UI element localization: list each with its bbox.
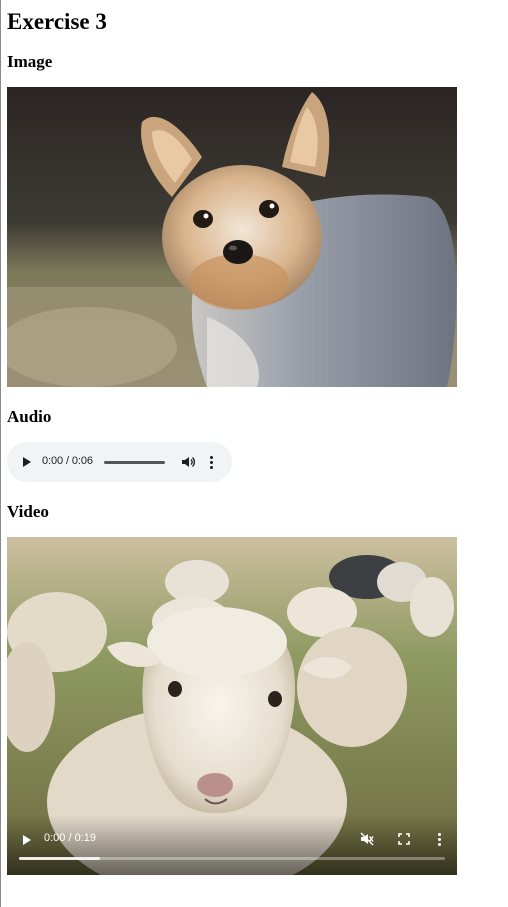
audio-seek-bar[interactable] [104, 461, 165, 464]
more-options-icon[interactable] [210, 456, 213, 469]
video-controls-overlay [7, 815, 457, 875]
play-icon[interactable] [23, 457, 31, 467]
volume-muted-icon[interactable] [360, 832, 374, 846]
dog-image [7, 87, 457, 387]
video-buffered-bar [19, 857, 100, 860]
video-time: 0:00 / 0:19 [44, 832, 96, 844]
audio-time: 0:00 / 0:06 [42, 455, 93, 467]
audio-player[interactable]: 0:00 / 0:06 [7, 442, 232, 482]
fullscreen-icon[interactable] [398, 833, 410, 845]
play-icon[interactable] [23, 835, 31, 845]
video-seek-bar[interactable] [19, 857, 445, 860]
image-heading: Image [7, 52, 53, 71]
volume-icon[interactable] [181, 455, 195, 469]
audio-heading: Audio [7, 407, 52, 426]
video-player[interactable]: 0:00 / 0:19 [7, 537, 457, 875]
page-title: Exercise 3 [7, 9, 107, 34]
more-options-icon[interactable] [438, 833, 441, 846]
video-heading: Video [7, 502, 49, 521]
page-left-border [0, 0, 1, 907]
